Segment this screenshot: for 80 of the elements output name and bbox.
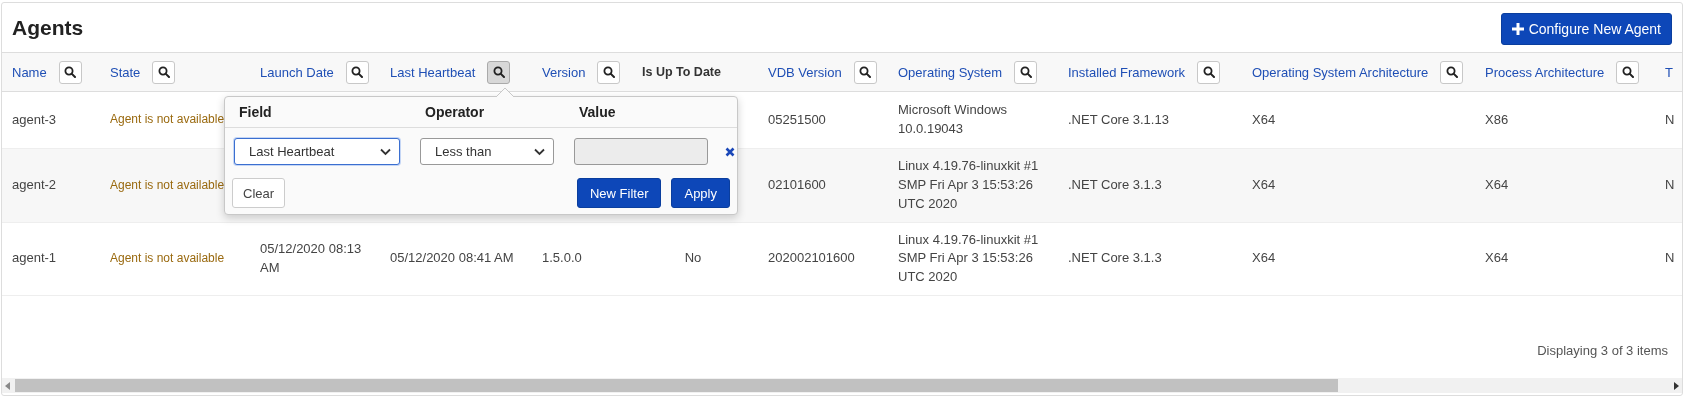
filter-button[interactable] (1440, 60, 1464, 84)
filter-button[interactable] (1197, 60, 1221, 84)
column-header-link[interactable]: Last Heartbeat (390, 64, 476, 80)
column-header-link[interactable]: State (110, 64, 141, 80)
table-cell: Microsoft Windows 10.0.19043 (898, 102, 1008, 136)
column-header-link[interactable]: Launch Date (260, 64, 334, 80)
table-cell: Linux 4.19.76-linuxkit #1 SMP Fri Apr 3 15:53:26 UTC 2020 (898, 231, 1039, 285)
configure-agent-button[interactable]: Configure New Agent (1500, 12, 1672, 45)
search-icon (1445, 66, 1458, 78)
action-button[interactable]: Apply (671, 178, 730, 208)
table-cell: X64 (1485, 176, 1509, 192)
table-cell: 1.5.0.0 (542, 250, 582, 266)
search-icon (1621, 66, 1634, 78)
table-cell: N (1665, 250, 1675, 266)
column-label: Operator (425, 104, 486, 120)
scrollbar-thumb[interactable] (15, 379, 1339, 392)
column-header-link[interactable]: VDB Version (768, 64, 842, 80)
table-cell: 05251500 (768, 111, 826, 127)
column-header-link[interactable]: Operating System Architecture (1252, 64, 1429, 80)
filter-button[interactable] (1616, 60, 1640, 84)
horizontal-scrollbar[interactable] (2, 378, 1682, 393)
table-cell: .NET Core 3.1.13 (1068, 111, 1169, 127)
filter-button[interactable] (345, 60, 369, 84)
table-cell: 202002101600 (768, 250, 855, 266)
filter-button[interactable] (1014, 60, 1038, 84)
close-icon (725, 146, 735, 157)
search-icon (351, 66, 364, 78)
status-text: Agent is not available (110, 251, 225, 266)
filter-button[interactable] (152, 60, 176, 84)
table-cell: N (1665, 176, 1675, 192)
table-cell: agent-2 (12, 176, 57, 192)
search-icon (859, 66, 872, 78)
column-header-link[interactable]: Operating System (898, 64, 1003, 80)
table-cell: No (684, 250, 702, 266)
column-header-link[interactable]: Installed Framework (1068, 64, 1186, 80)
search-icon (602, 66, 615, 78)
left-arrow-icon (5, 381, 11, 390)
table-cell: N (1665, 111, 1675, 127)
column-header-link[interactable]: Version (542, 64, 586, 80)
status-text: Agent is not available (110, 112, 225, 127)
table-cell: .NET Core 3.1.3 (1068, 250, 1162, 266)
column-label: Field (239, 104, 273, 120)
table-cell: X64 (1485, 250, 1509, 266)
filter-button[interactable] (58, 60, 82, 84)
table-cell: Linux 4.19.76-linuxkit #1 SMP Fri Apr 3 15:53:26 UTC 2020 (898, 158, 1039, 211)
chevron-down-icon (380, 147, 391, 156)
column-header-link[interactable]: Name (12, 64, 47, 80)
operator-dropdown[interactable]: Less than (420, 138, 554, 165)
status-text: Agent is not available (110, 177, 225, 192)
table-cell: 05/12/2020 08:13 AM (260, 240, 362, 275)
plus-icon (1511, 22, 1524, 35)
search-icon (1019, 66, 1032, 78)
table-cell: X64 (1252, 176, 1276, 192)
search-icon (157, 66, 170, 78)
table-cell: agent-1 (12, 250, 57, 266)
table-cell: X86 (1485, 111, 1509, 127)
table-cell: .NET Core 3.1.3 (1068, 176, 1162, 192)
table-cell: 02101600 (768, 176, 826, 192)
table-cell: 05/12/2020 08:41 AM (390, 250, 514, 266)
right-arrow-icon (1673, 381, 1679, 390)
chevron-down-icon (534, 147, 545, 156)
column-header-link[interactable]: T (1665, 64, 1673, 80)
table-cell: agent-3 (12, 111, 57, 127)
table-cell: X64 (1252, 250, 1276, 266)
page-title: Agents (12, 15, 84, 40)
search-icon (64, 66, 77, 78)
column-label: Value (579, 104, 617, 120)
filter-button[interactable] (597, 60, 621, 84)
filter-button[interactable] (487, 60, 511, 84)
table-cell: X64 (1252, 111, 1276, 127)
item-count: Displaying 3 of 3 items (1537, 343, 1668, 358)
clear-button[interactable]: Clear (232, 178, 286, 208)
search-icon (1202, 66, 1215, 78)
field-dropdown[interactable]: Last Heartbeat (234, 138, 400, 165)
search-icon (492, 66, 505, 78)
column-header-link[interactable]: Process Architecture (1485, 64, 1605, 80)
filter-button[interactable] (853, 60, 877, 84)
action-button[interactable]: New Filter (576, 178, 662, 208)
column-header: Is Up To Date (642, 65, 721, 79)
remove-button[interactable] (724, 145, 736, 158)
